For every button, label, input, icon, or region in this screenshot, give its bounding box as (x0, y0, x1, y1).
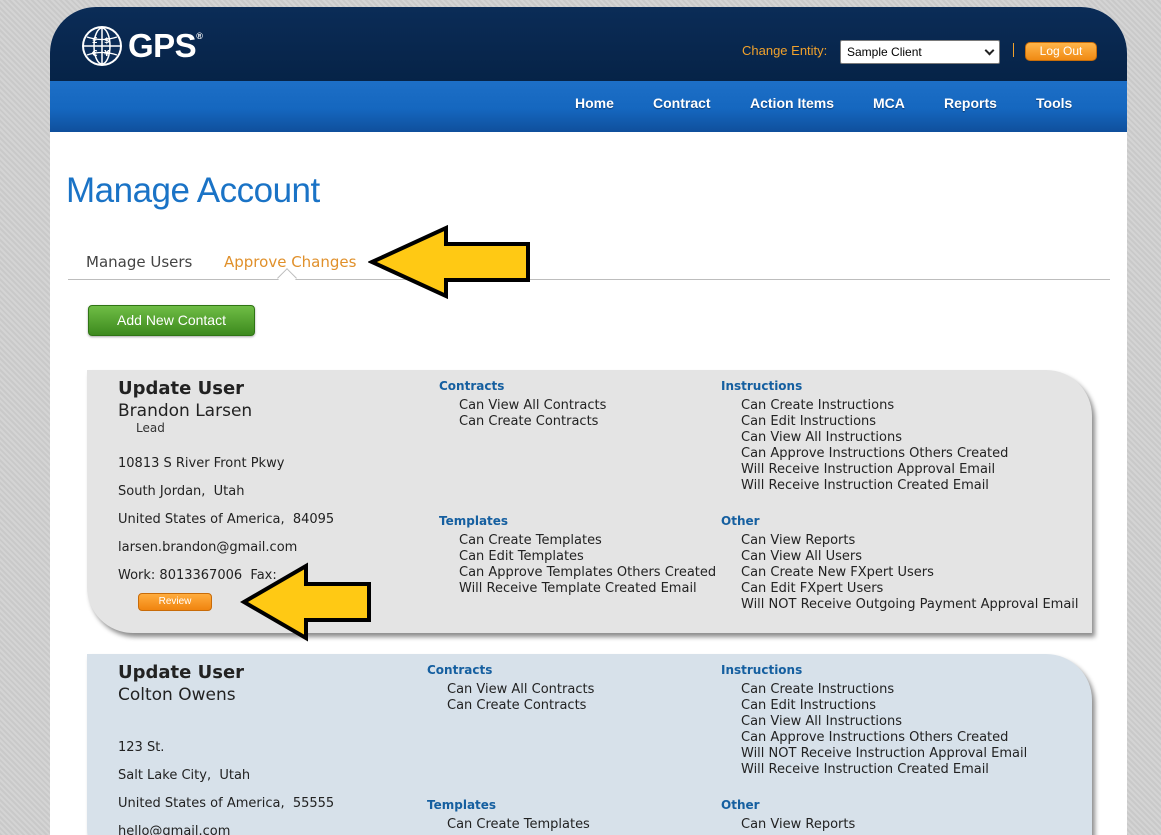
gps-logo[interactable]: £ $ € ¥ GPS® (80, 24, 203, 68)
permission-item: Can Create Instructions (741, 398, 895, 413)
add-new-contact-button[interactable]: Add New Contact (88, 305, 255, 336)
logo-text: GPS® (128, 27, 203, 64)
svg-text:€: € (91, 49, 98, 58)
instructions-permissions: Can Create Instructions Can Edit Instruc… (741, 682, 1027, 778)
top-header: £ $ € ¥ GPS® Change Entity: Sample Clien… (50, 7, 1127, 81)
contracts-permissions: Can View All Contracts Can Create Contra… (447, 682, 594, 714)
user-email: hello@gmail.com (118, 824, 231, 835)
permission-item: Can Edit Instructions (741, 414, 877, 429)
permission-item: Can Create Contracts (447, 698, 587, 713)
tabs-underline (68, 279, 1110, 280)
user-city: Salt Lake City, Utah (118, 768, 251, 783)
instructions-permissions: Can Create Instructions Can Edit Instruc… (741, 398, 1008, 494)
permission-item: Can Create Templates (459, 533, 602, 548)
contracts-heading: Contracts (427, 663, 493, 677)
permission-item: Can View Reports (741, 817, 856, 832)
user-name: Colton Owens (118, 685, 236, 705)
permission-item: Can Create Contracts (459, 414, 599, 429)
templates-permissions: Can Create Templates Can Edit Templates … (459, 533, 716, 597)
svg-text:£: £ (92, 36, 98, 45)
entity-select[interactable]: Sample Client (840, 40, 1000, 64)
permission-item: Can Approve Templates Others Created (459, 565, 717, 580)
user-city: South Jordan, Utah (118, 484, 245, 499)
app-frame: £ $ € ¥ GPS® Change Entity: Sample Clien… (50, 7, 1127, 835)
other-heading: Other (721, 798, 760, 812)
user-role: Lead (136, 421, 165, 435)
user-change-card: Update User Brandon Larsen Lead 10813 S … (87, 370, 1092, 633)
change-entity-label: Change Entity: (742, 43, 828, 58)
permission-item: Will NOT Receive Instruction Approval Em… (741, 746, 1028, 761)
permission-item: Can Edit Instructions (741, 698, 877, 713)
permission-item: Can View All Contracts (447, 682, 595, 697)
user-email: larsen.brandon@gmail.com (118, 540, 298, 555)
entity-select-value: Sample Client (847, 45, 922, 59)
templates-permissions: Can Create Templates (447, 817, 590, 833)
arrow-left-icon (368, 224, 530, 300)
permission-item: Can Edit FXpert Users (741, 581, 884, 596)
permission-item: Will Receive Instruction Created Email (741, 762, 989, 777)
permission-item: Can Approve Instructions Others Created (741, 446, 1009, 461)
templates-heading: Templates (439, 514, 509, 528)
tab-manage-users[interactable]: Manage Users (86, 253, 192, 271)
permission-item: Can View All Contracts (459, 398, 607, 413)
permission-item: Can View All Instructions (741, 714, 902, 729)
header-divider (1013, 43, 1014, 57)
globe-currency-icon: £ $ € ¥ (82, 26, 122, 66)
svg-text:$: $ (104, 36, 110, 45)
permission-item: Will Receive Instruction Approval Email (741, 462, 996, 477)
permission-item: Can View All Instructions (741, 430, 902, 445)
permission-item: Can Approve Instructions Others Created (741, 730, 1009, 745)
user-change-card: Update User Colton Owens 123 St. Salt La… (87, 654, 1092, 835)
nav-item-reports[interactable]: Reports (944, 95, 997, 111)
permission-item: Can Edit Templates (459, 549, 584, 564)
permission-item: Will Receive Instruction Created Email (741, 478, 989, 493)
permission-item: Can Create New FXpert Users (741, 565, 934, 580)
permission-item: Can Create Templates (447, 817, 590, 832)
nav-item-contract[interactable]: Contract (653, 95, 711, 111)
main-nav: Home Contract Action Items MCA Reports T… (50, 81, 1127, 132)
nav-item-home[interactable]: Home (575, 95, 614, 111)
permission-item: Will NOT Receive Outgoing Payment Approv… (741, 597, 1079, 612)
user-name: Brandon Larsen (118, 401, 253, 421)
chevron-down-icon (984, 45, 995, 56)
tab-approve-changes[interactable]: Approve Changes (224, 253, 356, 271)
logout-button[interactable]: Log Out (1025, 42, 1097, 61)
user-country: United States of America, 55555 (118, 796, 335, 811)
contracts-permissions: Can View All Contracts Can Create Contra… (459, 398, 606, 430)
permission-item: Can View Reports (741, 533, 856, 548)
permission-item: Will Receive Template Created Email (459, 581, 697, 596)
nav-item-mca[interactable]: MCA (873, 95, 905, 111)
card-title: Update User (118, 378, 245, 399)
templates-heading: Templates (427, 798, 497, 812)
arrow-left-icon (240, 562, 371, 642)
instructions-heading: Instructions (721, 663, 803, 677)
user-address: 10813 S River Front Pkwy (118, 456, 285, 471)
user-address: 123 St. (118, 740, 165, 755)
active-tab-indicator (277, 268, 297, 288)
other-permissions: Can View Reports Can View All Users Can … (741, 533, 1079, 613)
user-country: United States of America, 84095 (118, 512, 335, 527)
permission-item: Can View All Users (741, 549, 863, 564)
nav-item-tools[interactable]: Tools (1036, 95, 1072, 111)
instructions-heading: Instructions (721, 379, 803, 393)
page-title: Manage Account (66, 171, 320, 210)
permission-item: Can Create Instructions (741, 682, 895, 697)
review-button[interactable]: Review (138, 593, 212, 611)
nav-item-action-items[interactable]: Action Items (750, 95, 834, 111)
contracts-heading: Contracts (439, 379, 505, 393)
card-title: Update User (118, 662, 245, 683)
other-permissions: Can View Reports (741, 817, 855, 833)
svg-text:¥: ¥ (104, 49, 110, 58)
other-heading: Other (721, 514, 760, 528)
